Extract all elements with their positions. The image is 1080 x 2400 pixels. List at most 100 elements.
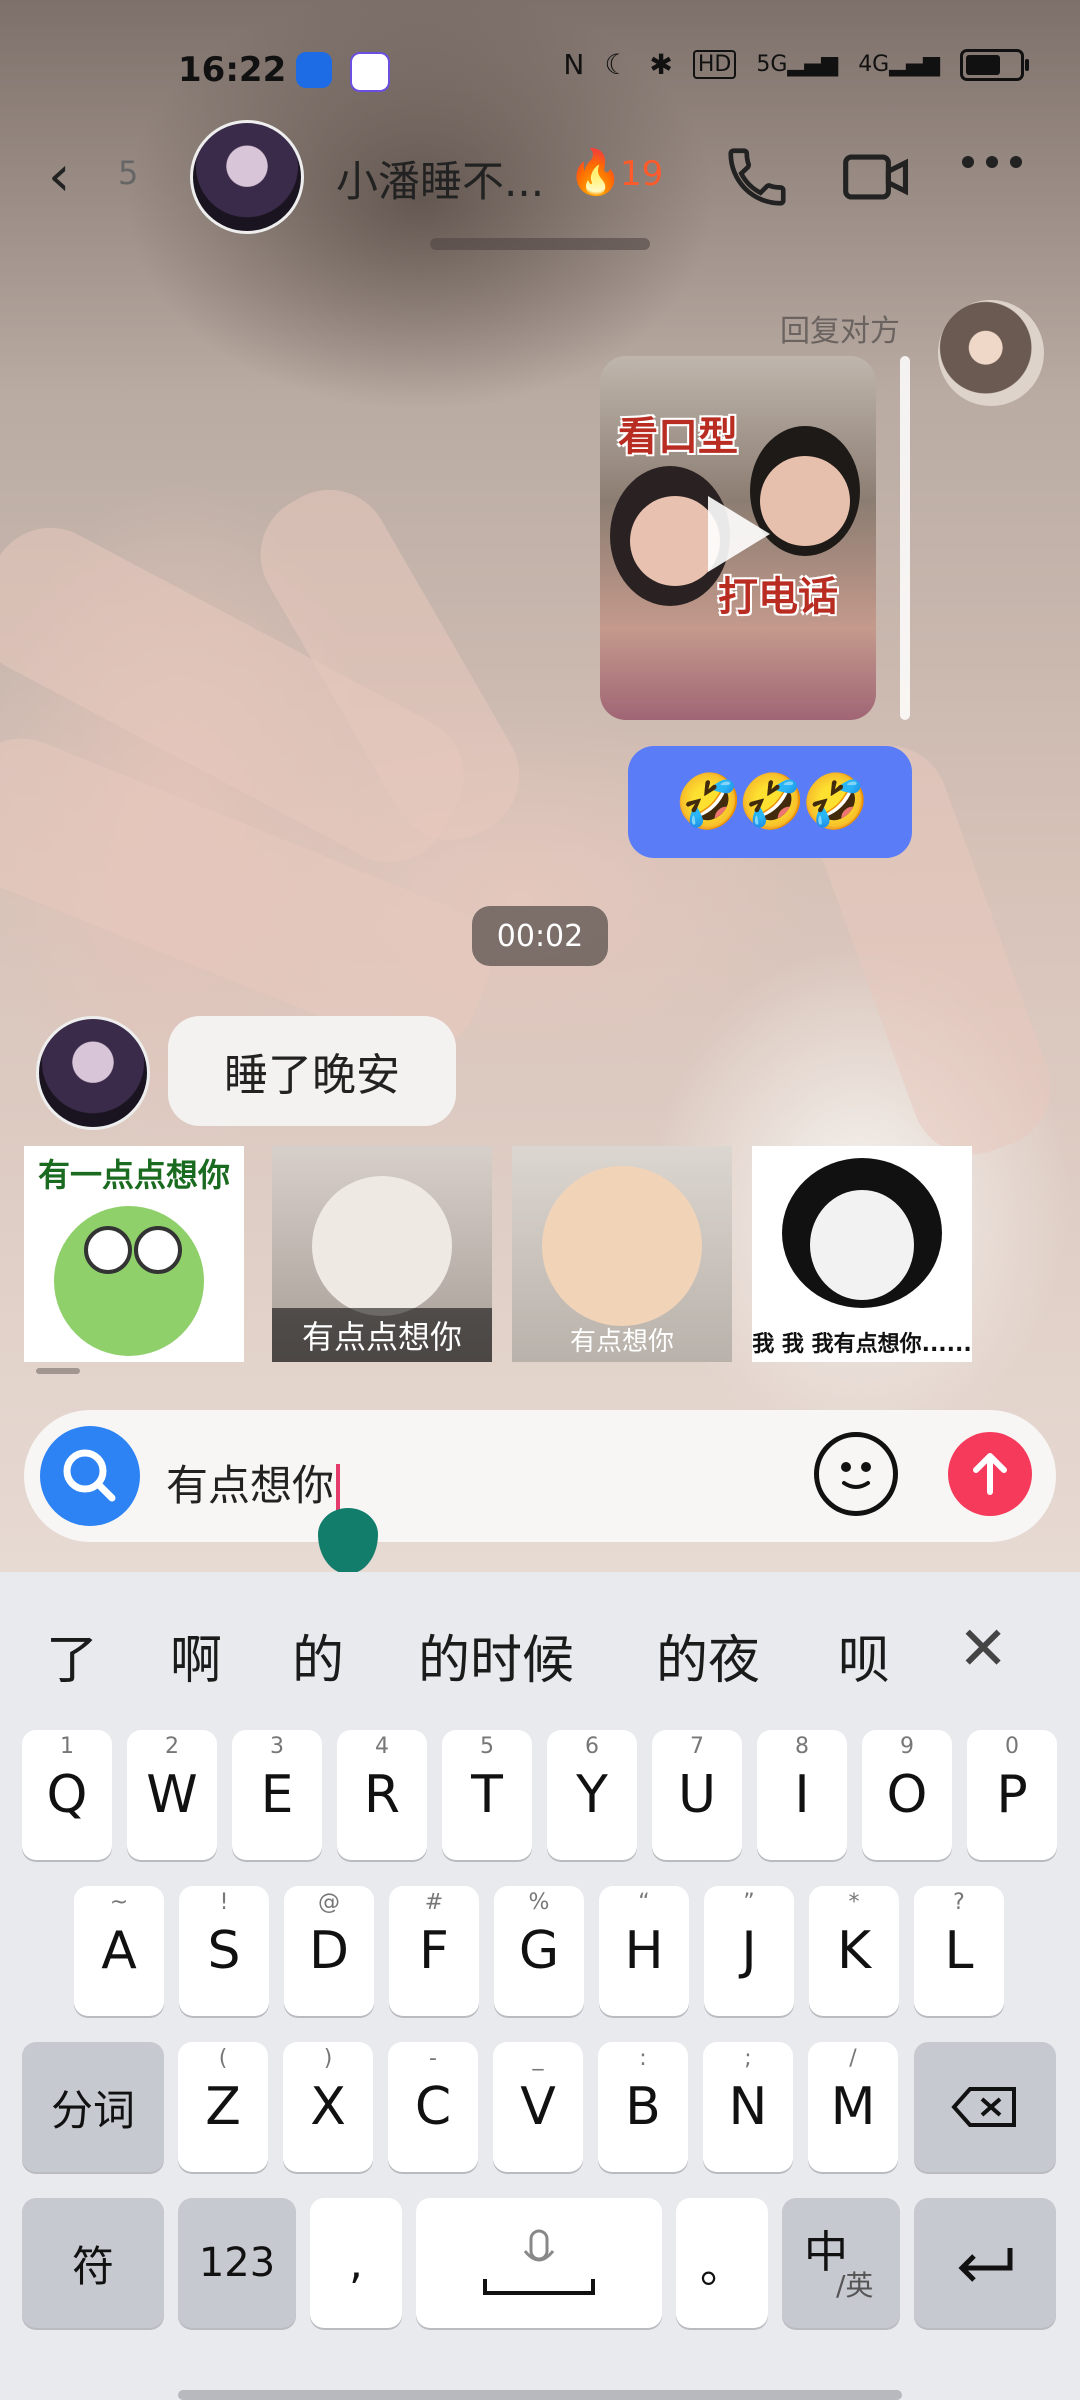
sticker-suggestion[interactable]: 有点想你 <box>512 1146 732 1362</box>
key-label: K <box>836 1921 872 1981</box>
key-hint: - <box>429 2046 437 2071</box>
space-microphone-icon <box>483 2229 595 2295</box>
key-label: N <box>728 2077 768 2137</box>
key-c[interactable]: -C <box>388 2042 478 2172</box>
key-hint: 6 <box>585 1734 599 1759</box>
key-space[interactable] <box>416 2198 662 2328</box>
return-icon <box>958 2248 1013 2282</box>
key-hint: ) <box>323 2046 333 2071</box>
emoji-button[interactable] <box>814 1432 898 1516</box>
key-enter[interactable] <box>914 2198 1056 2328</box>
key-hint: 8 <box>795 1734 809 1759</box>
my-avatar[interactable] <box>938 300 1044 406</box>
text-caret <box>336 1463 341 1514</box>
key-comma[interactable]: , <box>310 2198 402 2328</box>
more-options-button[interactable] <box>962 156 1022 168</box>
sticker-suggestion[interactable]: 有一点点想你 <box>24 1146 244 1362</box>
key-y[interactable]: 6Y <box>547 1730 637 1860</box>
bluetooth-icon: ✱ <box>649 48 673 81</box>
key-n[interactable]: ; N <box>703 2042 793 2172</box>
key-l[interactable]: ? L <box>914 1886 1004 2016</box>
key-hint: ” <box>743 1890 755 1915</box>
key-k[interactable]: * K <box>809 1886 899 2016</box>
signal-5g-icon: 5G▂▄▆ <box>756 52 839 77</box>
flame-icon: 🔥 <box>568 147 623 198</box>
clock: 16:22 <box>178 50 287 90</box>
key-hint: 3 <box>270 1734 284 1759</box>
reply-label[interactable]: 回复对方 <box>780 306 900 350</box>
candidate-word[interactable]: 的夜 <box>656 1618 760 1693</box>
nfc-icon: N <box>563 48 585 81</box>
key-label: V <box>520 2077 556 2137</box>
key-hint: _ <box>532 2046 544 2071</box>
phone-call-icon[interactable] <box>722 142 792 212</box>
sticker-label: 有一点点想你 <box>37 1156 230 1194</box>
video-message[interactable]: 看口型 打电话 <box>600 356 876 720</box>
key-label: C <box>414 2077 452 2137</box>
candidate-word[interactable]: 呗 <box>838 1618 890 1693</box>
key-symbols[interactable]: 符 <box>22 2198 164 2328</box>
video-face <box>760 456 850 546</box>
key-hint: 1 <box>60 1734 74 1759</box>
contact-avatar[interactable] <box>190 120 304 234</box>
contact-message-avatar[interactable] <box>36 1016 150 1130</box>
key-backspace[interactable] <box>914 2042 1056 2172</box>
unread-count: 5 <box>118 154 139 192</box>
key-t[interactable]: 5T <box>442 1730 532 1860</box>
key-w[interactable]: 2W <box>127 1730 217 1860</box>
key-hint: 2 <box>165 1734 179 1759</box>
key-segment[interactable]: 分词 <box>22 2042 164 2172</box>
send-button[interactable] <box>948 1432 1032 1516</box>
candidate-word[interactable]: 啊 <box>170 1618 222 1693</box>
candidate-word[interactable]: 的 <box>292 1618 344 1693</box>
key-label: F <box>419 1921 449 1981</box>
cat-sticker-art <box>542 1166 702 1326</box>
video-call-icon[interactable] <box>840 142 914 212</box>
key-label: G <box>518 1921 560 1981</box>
frog-sticker-art <box>54 1206 204 1356</box>
key-j[interactable]: ” J <box>704 1886 794 2016</box>
key-b[interactable]: :B <box>598 2042 688 2172</box>
close-candidates-icon[interactable]: ✕ <box>958 1614 1008 1684</box>
key-f[interactable]: # F <box>389 1886 479 2016</box>
key-s[interactable]: ! S <box>179 1886 269 2016</box>
key-hint: ; <box>744 2046 752 2071</box>
key-g[interactable]: % G <box>494 1886 584 2016</box>
key-language-switch[interactable]: 中 /英 <box>782 2198 900 2328</box>
sticker-strip-handle <box>36 1368 80 1374</box>
scrollbar[interactable] <box>900 356 910 720</box>
key-a[interactable]: ~ A <box>74 1886 164 2016</box>
streak-count: 19 <box>620 154 664 194</box>
key-h[interactable]: “H <box>599 1886 689 2016</box>
sticker-suggestion[interactable]: 有点点想你 <box>272 1146 492 1362</box>
candidate-word[interactable]: 的时候 <box>418 1618 574 1693</box>
back-button[interactable]: ‹ <box>48 144 70 209</box>
key-p[interactable]: 0P <box>967 1730 1057 1860</box>
play-icon[interactable] <box>708 496 770 572</box>
key-hint: @ <box>318 1890 340 1915</box>
contact-name[interactable]: 小潘睡不... <box>336 148 544 209</box>
key-period[interactable]: 。 <box>676 2198 768 2328</box>
key-numbers[interactable]: 123 <box>178 2198 296 2328</box>
candidate-word[interactable]: 了 <box>46 1618 98 1693</box>
key-r[interactable]: 4R <box>337 1730 427 1860</box>
search-icon <box>63 1449 116 1502</box>
key-o[interactable]: 9O <box>862 1730 952 1860</box>
key-q[interactable]: 1Q <box>22 1730 112 1860</box>
message-input[interactable]: 有点想你 <box>166 1452 341 1514</box>
key-v[interactable]: _ V <box>493 2042 583 2172</box>
key-d[interactable]: @ D <box>284 1886 374 2016</box>
key-label: X <box>310 2077 346 2137</box>
key-z[interactable]: (Z <box>178 2042 268 2172</box>
sticker-suggestion[interactable]: 我 我 我有点想你...... <box>752 1146 972 1362</box>
app-notification-icon <box>296 52 332 88</box>
search-sticker-button[interactable] <box>40 1426 140 1526</box>
incoming-message-bubble[interactable]: 睡了晚安 <box>168 1016 456 1126</box>
key-e[interactable]: 3E <box>232 1730 322 1860</box>
arrow-up-icon <box>973 1453 1007 1495</box>
emoji-message-bubble[interactable]: 🤣🤣🤣 <box>628 746 912 858</box>
key-u[interactable]: 7U <box>652 1730 742 1860</box>
key-x[interactable]: ) X <box>283 2042 373 2172</box>
key-i[interactable]: 8I <box>757 1730 847 1860</box>
key-m[interactable]: / M <box>808 2042 898 2172</box>
